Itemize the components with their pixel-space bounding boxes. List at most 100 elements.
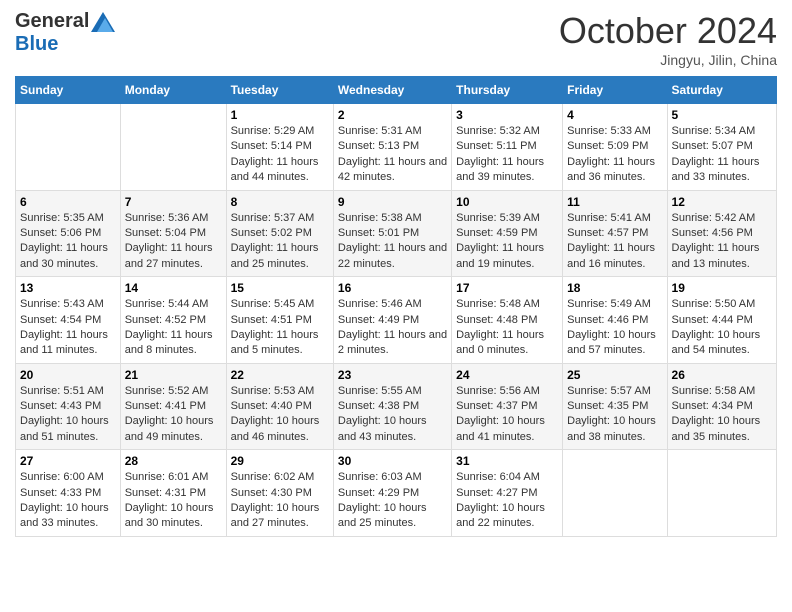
- calendar-cell: 13 Sunrise: 5:43 AMSunset: 4:54 PMDayligh…: [16, 277, 121, 364]
- calendar-cell: [563, 450, 667, 537]
- day-number: 22: [231, 368, 329, 382]
- day-number: 1: [231, 108, 329, 122]
- day-number: 25: [567, 368, 662, 382]
- calendar-cell: 8 Sunrise: 5:37 AMSunset: 5:02 PMDaylight…: [226, 190, 333, 277]
- header-friday: Friday: [563, 77, 667, 104]
- day-info: Sunrise: 5:50 AMSunset: 4:44 PMDaylight:…: [672, 297, 772, 359]
- day-number: 20: [20, 368, 116, 382]
- day-number: 10: [456, 195, 558, 209]
- day-number: 23: [338, 368, 447, 382]
- day-number: 26: [672, 368, 772, 382]
- day-number: 4: [567, 108, 662, 122]
- day-number: 27: [20, 454, 116, 468]
- day-number: 31: [456, 454, 558, 468]
- day-number: 9: [338, 195, 447, 209]
- day-number: 8: [231, 195, 329, 209]
- day-info: Sunrise: 5:42 AMSunset: 4:56 PMDaylight:…: [672, 211, 772, 273]
- day-number: 30: [338, 454, 447, 468]
- calendar-cell: 2Sunrise: 5:31 AMSunset: 5:13 PMDaylight…: [333, 104, 451, 191]
- day-info: Sunrise: 5:36 AMSunset: 5:04 PMDaylight:…: [125, 211, 222, 273]
- day-number: 11: [567, 195, 662, 209]
- day-number: 17: [456, 281, 558, 295]
- day-info: Sunrise: 5:35 AMSunset: 5:06 PMDaylight:…: [20, 211, 116, 273]
- day-info: Sunrise: 5:39 AMSunset: 4:59 PMDaylight:…: [456, 211, 558, 273]
- day-info: Sunrise: 5:57 AMSunset: 4:35 PMDaylight:…: [567, 384, 662, 446]
- day-number: 15: [231, 281, 329, 295]
- calendar-week-row: 13 Sunrise: 5:43 AMSunset: 4:54 PMDayligh…: [16, 277, 777, 364]
- logo-blue-text: Blue: [15, 33, 58, 56]
- day-info: Sunrise: 5:51 AMSunset: 4:43 PMDaylight:…: [20, 384, 116, 446]
- day-info: Sunrise: 5:58 AMSunset: 4:34 PMDaylight:…: [672, 384, 772, 446]
- calendar-cell: 24 Sunrise: 5:56 AMSunset: 4:37 PMDayligh…: [452, 363, 563, 450]
- day-number: 2: [338, 108, 447, 122]
- calendar-cell: 27 Sunrise: 6:00 AMSunset: 4:33 PMDayligh…: [16, 450, 121, 537]
- calendar-cell: 16 Sunrise: 5:46 AMSunset: 4:49 PMDayligh…: [333, 277, 451, 364]
- calendar-cell: 22Sunrise: 5:53 AMSunset: 4:40 PMDayligh…: [226, 363, 333, 450]
- calendar-cell: 10 Sunrise: 5:39 AMSunset: 4:59 PMDayligh…: [452, 190, 563, 277]
- day-number: 24: [456, 368, 558, 382]
- calendar-cell: 1Sunrise: 5:29 AMSunset: 5:14 PMDaylight…: [226, 104, 333, 191]
- day-info: Sunrise: 5:34 AMSunset: 5:07 PMDaylight:…: [672, 124, 772, 186]
- calendar-cell: 23 Sunrise: 5:55 AMSunset: 4:38 PMDayligh…: [333, 363, 451, 450]
- calendar-cell: 12 Sunrise: 5:42 AMSunset: 4:56 PMDayligh…: [667, 190, 776, 277]
- day-info: Sunrise: 5:44 AMSunset: 4:52 PMDaylight:…: [125, 297, 222, 359]
- header-tuesday: Tuesday: [226, 77, 333, 104]
- day-info: Sunrise: 5:52 AMSunset: 4:41 PMDaylight:…: [125, 384, 222, 446]
- calendar-cell: 29Sunrise: 6:02 AMSunset: 4:30 PMDayligh…: [226, 450, 333, 537]
- calendar-cell: [120, 104, 226, 191]
- title-area: October 2024 Jingyu, Jilin, China: [559, 10, 777, 68]
- calendar-week-row: 1Sunrise: 5:29 AMSunset: 5:14 PMDaylight…: [16, 104, 777, 191]
- calendar-cell: 20 Sunrise: 5:51 AMSunset: 4:43 PMDayligh…: [16, 363, 121, 450]
- day-info: Sunrise: 5:48 AMSunset: 4:48 PMDaylight:…: [456, 297, 558, 359]
- calendar-cell: 21 Sunrise: 5:52 AMSunset: 4:41 PMDayligh…: [120, 363, 226, 450]
- day-number: 12: [672, 195, 772, 209]
- day-info: Sunrise: 5:37 AMSunset: 5:02 PMDaylight:…: [231, 211, 329, 273]
- day-info: Sunrise: 6:03 AMSunset: 4:29 PMDaylight:…: [338, 470, 447, 532]
- header-thursday: Thursday: [452, 77, 563, 104]
- calendar-cell: 15 Sunrise: 5:45 AMSunset: 4:51 PMDayligh…: [226, 277, 333, 364]
- day-number: 14: [125, 281, 222, 295]
- calendar-week-row: 27 Sunrise: 6:00 AMSunset: 4:33 PMDayligh…: [16, 450, 777, 537]
- logo: General Blue: [15, 10, 115, 56]
- day-info: Sunrise: 5:38 AMSunset: 5:01 PMDaylight:…: [338, 211, 447, 273]
- calendar-cell: 26 Sunrise: 5:58 AMSunset: 4:34 PMDayligh…: [667, 363, 776, 450]
- day-number: 5: [672, 108, 772, 122]
- day-number: 6: [20, 195, 116, 209]
- calendar-cell: 31 Sunrise: 6:04 AMSunset: 4:27 PMDayligh…: [452, 450, 563, 537]
- calendar-cell: 7 Sunrise: 5:36 AMSunset: 5:04 PMDaylight…: [120, 190, 226, 277]
- day-info: Sunrise: 5:45 AMSunset: 4:51 PMDaylight:…: [231, 297, 329, 359]
- day-number: 19: [672, 281, 772, 295]
- day-info: Sunrise: 6:00 AMSunset: 4:33 PMDaylight:…: [20, 470, 116, 532]
- day-number: 16: [338, 281, 447, 295]
- logo-general-text: General: [15, 10, 89, 33]
- calendar-cell: 14 Sunrise: 5:44 AMSunset: 4:52 PMDayligh…: [120, 277, 226, 364]
- page-container: General Blue October 2024 Jingyu, Jilin,…: [0, 0, 792, 547]
- day-info: Sunrise: 5:46 AMSunset: 4:49 PMDaylight:…: [338, 297, 447, 359]
- calendar-cell: 30 Sunrise: 6:03 AMSunset: 4:29 PMDayligh…: [333, 450, 451, 537]
- calendar-week-row: 20 Sunrise: 5:51 AMSunset: 4:43 PMDayligh…: [16, 363, 777, 450]
- day-info: Sunrise: 5:33 AMSunset: 5:09 PMDaylight:…: [567, 124, 662, 186]
- day-number: 13: [20, 281, 116, 295]
- day-number: 21: [125, 368, 222, 382]
- day-info: Sunrise: 6:01 AMSunset: 4:31 PMDaylight:…: [125, 470, 222, 532]
- calendar-cell: [667, 450, 776, 537]
- day-info: Sunrise: 6:04 AMSunset: 4:27 PMDaylight:…: [456, 470, 558, 532]
- calendar-table: Sunday Monday Tuesday Wednesday Thursday…: [15, 76, 777, 537]
- day-info: Sunrise: 5:49 AMSunset: 4:46 PMDaylight:…: [567, 297, 662, 359]
- header-wednesday: Wednesday: [333, 77, 451, 104]
- day-number: 3: [456, 108, 558, 122]
- header-sunday: Sunday: [16, 77, 121, 104]
- calendar-cell: 11Sunrise: 5:41 AMSunset: 4:57 PMDayligh…: [563, 190, 667, 277]
- location-text: Jingyu, Jilin, China: [559, 52, 777, 68]
- calendar-cell: [16, 104, 121, 191]
- day-number: 29: [231, 454, 329, 468]
- calendar-cell: 18Sunrise: 5:49 AMSunset: 4:46 PMDayligh…: [563, 277, 667, 364]
- day-number: 7: [125, 195, 222, 209]
- day-info: Sunrise: 5:56 AMSunset: 4:37 PMDaylight:…: [456, 384, 558, 446]
- page-header: General Blue October 2024 Jingyu, Jilin,…: [15, 10, 777, 68]
- calendar-cell: 9 Sunrise: 5:38 AMSunset: 5:01 PMDaylight…: [333, 190, 451, 277]
- day-info: Sunrise: 5:43 AMSunset: 4:54 PMDaylight:…: [20, 297, 116, 359]
- day-info: Sunrise: 5:55 AMSunset: 4:38 PMDaylight:…: [338, 384, 447, 446]
- day-number: 28: [125, 454, 222, 468]
- day-info: Sunrise: 5:32 AMSunset: 5:11 PMDaylight:…: [456, 124, 558, 186]
